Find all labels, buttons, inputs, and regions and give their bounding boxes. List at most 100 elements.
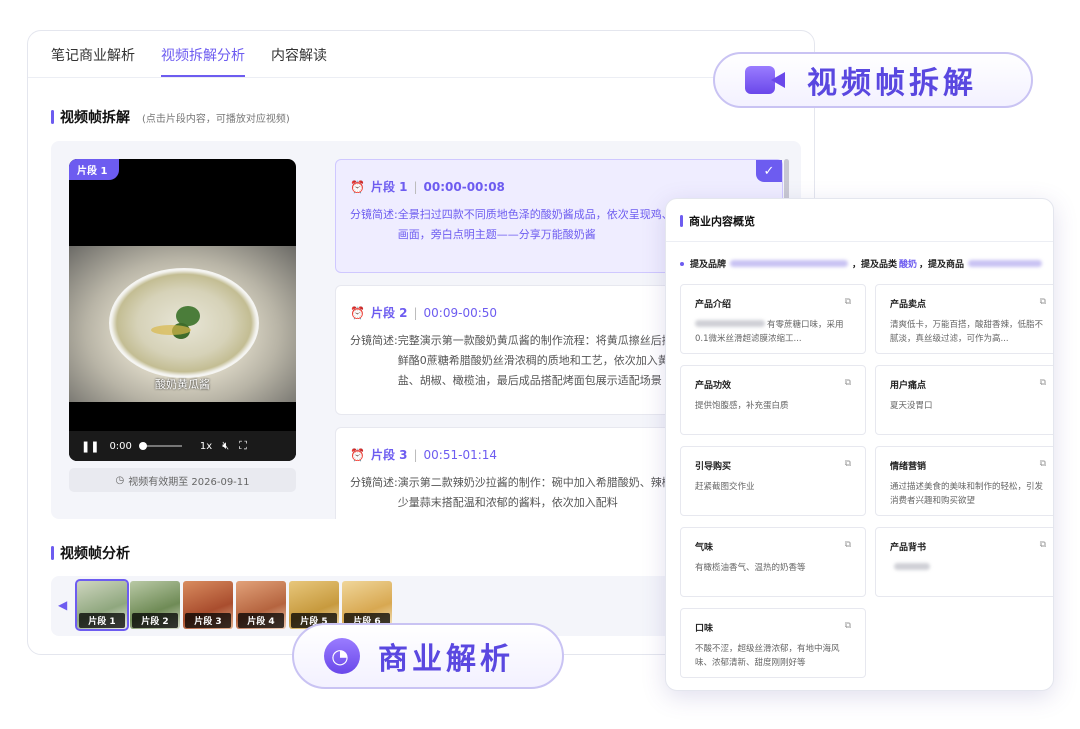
- segment-label: 片段 3: [370, 448, 408, 462]
- frame-thumbnail[interactable]: 片段 1: [75, 579, 129, 631]
- copy-icon[interactable]: ⧉: [1040, 540, 1046, 553]
- info-cell-emotional-marketing: 情绪营销 ⧉ 通过描述美食的美味和制作的轻松，引发消费者兴趣和购买欲望: [875, 446, 1053, 516]
- camera-icon: [745, 62, 789, 98]
- description-key: 分镜简述:: [350, 476, 398, 489]
- info-cell-pain-points: 用户痛点 ⧉ 夏天没胃口: [875, 365, 1053, 435]
- alarm-icon: ⏰: [350, 447, 365, 462]
- fullscreen-icon[interactable]: ⛶: [239, 439, 247, 453]
- title-bar: [51, 546, 54, 560]
- cell-title: 产品介绍: [695, 300, 732, 310]
- frame-thumbnail[interactable]: 片段 3: [183, 581, 233, 629]
- oil-drizzle: [151, 325, 191, 335]
- frame-thumbnail[interactable]: 片段 4: [236, 581, 286, 629]
- cell-title: 情绪营销: [890, 462, 927, 472]
- info-cell-selling-points: 产品卖点 ⧉ 清爽低卡，万能百搭，酸甜香辣，低脂不腻淡，真丝级过滤，可作为高...: [875, 284, 1053, 354]
- analytics-icon: ◔: [324, 638, 360, 674]
- cell-text: 清爽低卡，万能百搭，酸甜香辣，低脂不腻淡，真丝级过滤，可作为高...: [890, 320, 1044, 344]
- cell-title: 气味: [695, 543, 714, 553]
- clock-icon: ◷: [115, 474, 125, 486]
- tab-bar: 笔记商业解析 视频拆解分析 内容解读: [51, 45, 327, 77]
- camera-lens: [771, 72, 785, 88]
- video-caption: 酸奶黄瓜酱: [155, 378, 210, 391]
- video-player[interactable]: 酸奶黄瓜酱 片段 1 ❚❚ 0:00 1x 🔇︎ ⛶: [69, 159, 296, 461]
- chevron-left-icon[interactable]: ◀: [58, 598, 67, 612]
- frame-thumbnail[interactable]: 片段 5: [289, 581, 339, 629]
- tabs-divider: [28, 77, 814, 78]
- cell-text: [890, 561, 1046, 575]
- description-key: 分镜简述:: [350, 334, 398, 347]
- separator: |: [413, 305, 418, 320]
- category-label: ，提及品类: [852, 260, 898, 270]
- copy-icon[interactable]: ⧉: [845, 378, 851, 391]
- copy-icon[interactable]: ⧉: [845, 297, 851, 310]
- mute-icon[interactable]: 🔇︎: [222, 439, 229, 453]
- cell-text: 提供饱腹感，补充蛋白质: [695, 401, 789, 411]
- segment-range: 00:09-00:50: [423, 305, 498, 320]
- segment-range: 00:00-00:08: [423, 179, 505, 194]
- segment-label: 片段 1: [370, 180, 408, 194]
- info-cell-purchase-guide: 引导购买 ⧉ 赶紧截图交作业: [680, 446, 866, 516]
- blurred-text: [894, 563, 930, 570]
- biz-divider: [666, 241, 1053, 242]
- cell-text: 夏天没胃口: [890, 401, 933, 411]
- blurred-text: [695, 320, 765, 327]
- product-blurred: [968, 260, 1043, 267]
- copy-icon[interactable]: ⧉: [845, 459, 851, 472]
- bowl-image: [109, 268, 259, 378]
- product-label: ，提及商品: [919, 260, 965, 270]
- separator: |: [413, 179, 418, 194]
- check-icon: ✓: [756, 160, 782, 182]
- segment-range: 00:51-01:14: [423, 447, 498, 462]
- copy-icon[interactable]: ⧉: [1040, 378, 1046, 391]
- info-cell-product-intro: 产品介绍 ⧉ 有零蔗糖口味，采用0.1微米丝滑超滤膜浓缩工...: [680, 284, 866, 354]
- cell-text: 有橄榄油香气、温热的奶香等: [695, 563, 806, 573]
- cell-title: 产品功效: [695, 381, 732, 391]
- tab-video-analysis[interactable]: 视频拆解分析: [161, 45, 245, 77]
- business-overview-card: 商业内容概览 提及品牌 ，提及品类 酸奶 ，提及商品 产品介绍 ⧉ 有零蔗糖口味，…: [665, 198, 1054, 691]
- category-value: 酸奶: [899, 260, 918, 270]
- cell-text: 赶紧截图交作业: [695, 482, 755, 492]
- alarm-icon: ⏰: [350, 179, 365, 194]
- validity-notice: ◷ 视频有效期至 2026-09-11: [69, 468, 296, 492]
- bullet-dot: [680, 261, 684, 266]
- thumbnail-label: 片段 4: [238, 613, 284, 628]
- cell-text: 有零蔗糖口味，采用0.1微米丝滑超滤膜浓缩工...: [695, 320, 844, 344]
- progress-bar[interactable]: [138, 442, 182, 450]
- frames-title-text: 视频帧拆解: [60, 110, 130, 126]
- cell-title: 口味: [695, 624, 714, 634]
- video-frame-image: 酸奶黄瓜酱: [69, 246, 296, 402]
- segment-label: 片段 2: [370, 306, 408, 320]
- copy-icon[interactable]: ⧉: [845, 621, 851, 634]
- frames-hint: (点击片段内容，可播放对应视频): [142, 113, 290, 125]
- cell-text: 不酸不涩，超级丝滑浓郁，有地中海风味、浓郁清新、甜度刚刚好等: [695, 644, 840, 668]
- frame-thumbnail[interactable]: 片段 6: [342, 581, 392, 629]
- validity-text: 视频有效期至 2026-09-11: [128, 476, 250, 488]
- video-frame-badge: 视频帧拆解: [713, 52, 1033, 108]
- tab-note-business[interactable]: 笔记商业解析: [51, 45, 135, 77]
- play-pause-icon[interactable]: ❚❚: [81, 440, 99, 453]
- cell-title: 产品卖点: [890, 300, 927, 310]
- segment-header: ⏰ 片段 1 | 00:00-00:08: [350, 178, 768, 195]
- brand-blurred: [730, 260, 849, 267]
- tab-content-interpretation[interactable]: 内容解读: [271, 45, 327, 77]
- progress-knob[interactable]: [138, 442, 147, 450]
- copy-icon[interactable]: ⧉: [1040, 459, 1046, 472]
- info-cell-endorsement: 产品背书 ⧉: [875, 527, 1053, 597]
- description-key: 分镜简述:: [350, 208, 398, 221]
- info-cell-efficacy: 产品功效 ⧉ 提供饱腹感，补充蛋白质: [680, 365, 866, 435]
- separator: |: [413, 447, 418, 462]
- video-badge-text: 视频帧拆解: [807, 66, 977, 101]
- cell-title: 用户痛点: [890, 381, 927, 391]
- cell-title: 引导购买: [695, 462, 732, 472]
- thumbnail-label: 片段 3: [185, 613, 231, 628]
- speed-button[interactable]: 1x: [200, 441, 212, 452]
- thumbnail-label: 片段 2: [132, 613, 178, 628]
- business-analysis-badge: ◔ 商业解析: [292, 623, 564, 689]
- video-controls: ❚❚ 0:00 1x 🔇︎ ⛶: [69, 431, 296, 461]
- alarm-icon: ⏰: [350, 305, 365, 320]
- copy-icon[interactable]: ⧉: [845, 540, 851, 553]
- title-bar: [51, 110, 54, 124]
- mention-row: 提及品牌 ，提及品类 酸奶 ，提及商品: [680, 257, 1046, 270]
- copy-icon[interactable]: ⧉: [1040, 297, 1046, 310]
- frame-thumbnail[interactable]: 片段 2: [130, 581, 180, 629]
